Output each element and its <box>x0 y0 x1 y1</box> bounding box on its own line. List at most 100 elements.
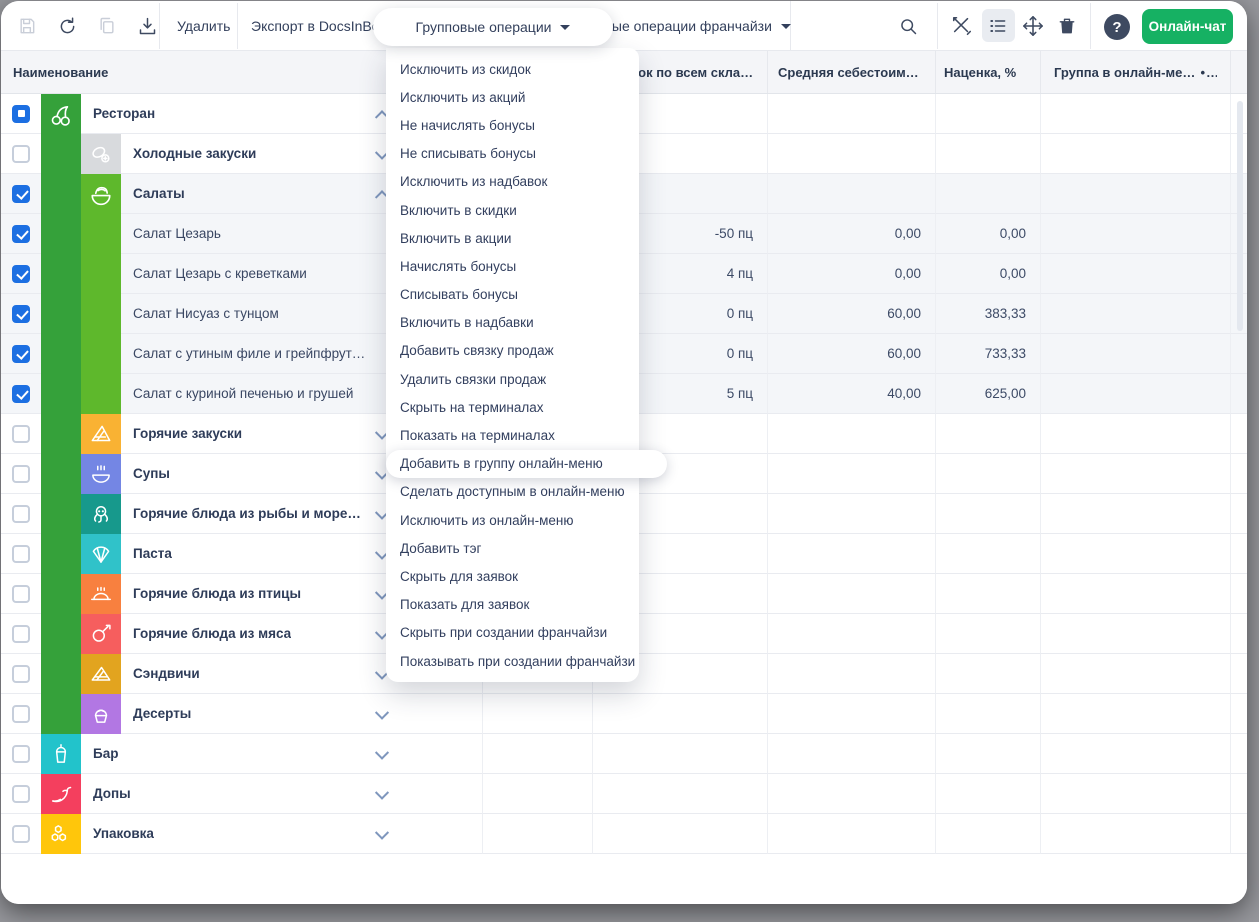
menu-item[interactable]: Списывать бонусы <box>386 281 639 309</box>
menu-item[interactable]: Скрыть для заявок <box>386 562 639 590</box>
table-row[interactable]: Упаковка <box>1 814 1247 854</box>
app-window: Удалить Экспорт в DocsInBox Групповые оп… <box>1 1 1247 904</box>
category-tile-pasta <box>81 534 121 574</box>
list-view-icon[interactable] <box>986 14 1010 38</box>
category-tile-cold-appetizers <box>81 134 121 174</box>
menu-item-add-to-online-menu-group[interactable]: Добавить в группу онлайн-меню <box>386 450 667 478</box>
chevron-down-icon[interactable] <box>377 507 386 516</box>
menu-item[interactable]: Скрыть при создании франчайзи <box>386 619 639 647</box>
menu-item[interactable]: Включить в надбавки <box>386 309 639 337</box>
chevron-down-icon[interactable] <box>377 747 386 756</box>
chevron-down-icon[interactable] <box>377 787 386 796</box>
category-tile-hot-appetizers <box>81 414 121 454</box>
category-band-restaurant <box>41 94 81 734</box>
row-checkbox[interactable] <box>12 785 30 803</box>
menu-item[interactable]: Сделать доступным в онлайн-меню <box>386 478 639 506</box>
menu-item[interactable]: Добавить связку продаж <box>386 337 639 365</box>
help-icon[interactable]: ? <box>1104 14 1130 40</box>
cold-appetizers-icon <box>88 141 114 167</box>
table-row[interactable]: Бар <box>1 734 1247 774</box>
row-checkbox[interactable] <box>12 385 30 403</box>
menu-item[interactable]: Показать на терминалах <box>386 421 639 449</box>
category-tile-fish-seafood <box>81 494 121 534</box>
delete-button[interactable]: Удалить <box>177 1 230 51</box>
chili-icon <box>48 781 74 807</box>
online-chat-button[interactable]: Онлайн-чат <box>1142 9 1233 44</box>
chevron-up-icon[interactable] <box>377 112 386 121</box>
chevron-down-icon[interactable] <box>377 827 386 836</box>
category-band-salads <box>81 174 121 414</box>
menu-item[interactable]: Показывать при создании франчайзи <box>386 647 639 675</box>
menu-item[interactable]: Не начислять бонусы <box>386 111 639 139</box>
row-checkbox[interactable] <box>12 585 30 603</box>
row-checkbox[interactable] <box>12 745 30 763</box>
menu-item[interactable]: Исключить из надбавок <box>386 168 639 196</box>
menu-item[interactable]: Скрыть на терминалах <box>386 393 639 421</box>
copy-icon[interactable] <box>95 14 119 38</box>
category-tile-bar <box>41 734 81 774</box>
chevron-down-icon[interactable] <box>377 587 386 596</box>
export-docsinbox-button[interactable]: Экспорт в DocsInBox <box>251 1 387 51</box>
menu-item[interactable]: Исключить из скидок <box>386 55 639 83</box>
menu-item[interactable]: Включить в скидки <box>386 196 639 224</box>
category-tile-dopy <box>41 774 81 814</box>
chevron-down-icon[interactable] <box>377 467 386 476</box>
chevron-down-icon[interactable] <box>377 667 386 676</box>
row-checkbox[interactable] <box>12 825 30 843</box>
vertical-scrollbar[interactable] <box>1237 101 1243 331</box>
row-checkbox[interactable] <box>12 505 30 523</box>
trash-icon[interactable] <box>1055 14 1079 38</box>
category-tile-desserts <box>81 694 121 734</box>
chevron-down-icon[interactable] <box>377 427 386 436</box>
row-checkbox[interactable] <box>12 625 30 643</box>
row-checkbox[interactable] <box>12 425 30 443</box>
menu-item[interactable]: Исключить из онлайн-меню <box>386 506 639 534</box>
row-checkbox[interactable] <box>12 305 30 323</box>
category-tile-packaging <box>41 814 81 854</box>
drink-cup-icon <box>48 741 74 767</box>
refresh-icon[interactable] <box>55 14 79 38</box>
menu-item[interactable]: Добавить тэг <box>386 534 639 562</box>
row-checkbox[interactable] <box>12 265 30 283</box>
column-header-online-group[interactable]: Группа в онлайн-меню ••• <box>1041 51 1231 93</box>
move-icon[interactable] <box>1021 14 1045 38</box>
row-checkbox[interactable] <box>12 705 30 723</box>
chevron-down-icon[interactable] <box>377 627 386 636</box>
chevron-down-icon[interactable] <box>377 147 386 156</box>
chevron-down-icon[interactable] <box>377 707 386 716</box>
column-header-avg-cost[interactable]: Средняя себестоимость… <box>768 51 936 93</box>
row-checkbox[interactable] <box>12 545 30 563</box>
search-icon[interactable] <box>896 14 920 38</box>
menu-item[interactable]: Удалить связки продаж <box>386 365 639 393</box>
menu-item[interactable]: Начислять бонусы <box>386 252 639 280</box>
row-checkbox[interactable] <box>12 185 30 203</box>
group-operations-menu: Исключить из скидок Исключить из акций Н… <box>386 48 639 682</box>
row-checkbox[interactable] <box>12 665 30 683</box>
group-operations-button[interactable]: Групповые операции <box>373 8 613 46</box>
octopus-icon <box>88 501 114 527</box>
tools-icon[interactable] <box>950 14 974 38</box>
menu-item[interactable]: Исключить из акций <box>386 83 639 111</box>
category-tile-sandwiches <box>81 654 121 694</box>
table-row[interactable]: Допы <box>1 774 1247 814</box>
menu-item[interactable]: Не списывать бонусы <box>386 140 639 168</box>
menu-item[interactable]: Показать для заявок <box>386 591 639 619</box>
row-checkbox[interactable] <box>12 105 30 123</box>
row-checkbox[interactable] <box>12 225 30 243</box>
menu-item[interactable]: Включить в акции <box>386 224 639 252</box>
column-settings-icon[interactable]: ••• <box>1200 65 1217 80</box>
column-header-markup[interactable]: Наценка, % <box>936 51 1041 93</box>
soup-icon <box>88 461 114 487</box>
save-icon[interactable] <box>15 14 39 38</box>
table-row[interactable]: Десерты <box>1 694 1247 734</box>
cherries-icon <box>47 101 75 129</box>
chevron-up-icon[interactable] <box>377 192 386 201</box>
shell-icon <box>88 541 114 567</box>
column-header-name[interactable]: Наименование <box>1 51 402 93</box>
chevron-down-icon[interactable] <box>377 547 386 556</box>
chevron-down-icon <box>781 24 791 29</box>
row-checkbox[interactable] <box>12 345 30 363</box>
row-checkbox[interactable] <box>12 465 30 483</box>
row-checkbox[interactable] <box>12 145 30 163</box>
download-icon[interactable] <box>135 14 159 38</box>
